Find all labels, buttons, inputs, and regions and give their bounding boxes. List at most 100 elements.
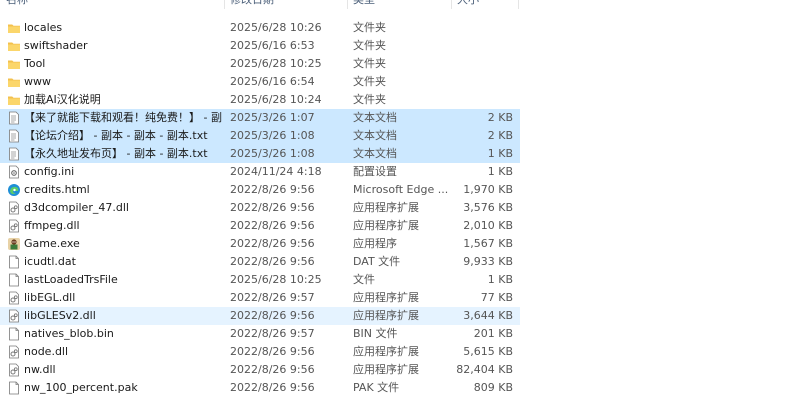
file-row[interactable]: node.dll 2022/8/26 9:56 应用程序扩展 5,615 KB bbox=[0, 343, 520, 361]
file-size: 82,404 KB bbox=[456, 363, 513, 376]
file-name: 【论坛介绍】 - 副本 - 副本 - 副本.txt bbox=[24, 129, 208, 142]
file-name: 【永久地址发布页】 - 副本 - 副本.txt bbox=[24, 147, 208, 160]
file-type: 文件夹 bbox=[353, 39, 386, 52]
file-name: credits.html bbox=[24, 183, 90, 196]
file-name: natives_blob.bin bbox=[24, 327, 114, 340]
file-name: ffmpeg.dll bbox=[24, 219, 80, 232]
file-date-modified: 2025/6/16 6:54 bbox=[230, 75, 315, 88]
column-type[interactable]: 类型 bbox=[353, 0, 375, 9]
file-date-modified: 2022/8/26 9:57 bbox=[230, 291, 315, 304]
column-header: 名称 修改日期 类型 大小 bbox=[0, 0, 520, 9]
file-row[interactable]: 加载AI汉化说明 2025/6/28 10:24 文件夹 bbox=[0, 91, 520, 109]
file-date-modified: 2022/8/26 9:56 bbox=[230, 255, 315, 268]
file-date-modified: 2025/6/28 10:24 bbox=[230, 93, 322, 106]
file-size: 1 KB bbox=[487, 147, 513, 160]
file-list: locales 2025/6/28 10:26 文件夹 swiftshader 2025… bbox=[0, 19, 520, 397]
file-name: Game.exe bbox=[24, 237, 80, 250]
column-divider[interactable] bbox=[224, 0, 225, 9]
file-name: node.dll bbox=[24, 345, 69, 358]
settings-file-icon bbox=[7, 165, 21, 179]
column-size[interactable]: 大小 bbox=[457, 0, 479, 9]
column-divider[interactable] bbox=[347, 0, 348, 9]
file-date-modified: 2022/8/26 9:56 bbox=[230, 237, 315, 250]
file-row[interactable]: libGLESv2.dll 2022/8/26 9:56 应用程序扩展 3,644 K… bbox=[0, 307, 520, 325]
file-row[interactable]: nw.dll 2022/8/26 9:56 应用程序扩展 82,404 KB bbox=[0, 361, 520, 379]
file-date-modified: 2025/6/28 10:25 bbox=[230, 273, 322, 286]
file-name: locales bbox=[24, 21, 63, 34]
file-row[interactable]: locales 2025/6/28 10:26 文件夹 bbox=[0, 19, 520, 37]
file-row[interactable]: credits.html 2022/8/26 9:56 Microsoft Edge… bbox=[0, 181, 520, 199]
file-name: www bbox=[24, 75, 51, 88]
file-row[interactable]: libEGL.dll 2022/8/26 9:57 应用程序扩展 77 KB bbox=[0, 289, 520, 307]
text-file-icon bbox=[7, 147, 21, 161]
file-name: icudtl.dat bbox=[24, 255, 76, 268]
file-date-modified: 2025/6/28 10:25 bbox=[230, 57, 322, 70]
file-row[interactable]: natives_blob.bin 2022/8/26 9:57 BIN 文件 201 … bbox=[0, 325, 520, 343]
file-row[interactable]: icudtl.dat 2022/8/26 9:56 DAT 文件 9,933 KB bbox=[0, 253, 520, 271]
file-name: nw.dll bbox=[24, 363, 56, 376]
file-date-modified: 2022/8/26 9:56 bbox=[230, 345, 315, 358]
file-size: 1 KB bbox=[487, 273, 513, 286]
file-type: 文件夹 bbox=[353, 75, 386, 88]
file-row[interactable]: config.ini 2024/11/24 4:18 配置设置 1 KB bbox=[0, 163, 520, 181]
file-row[interactable]: lastLoadedTrsFile 2025/6/28 10:25 文件 1 KB bbox=[0, 271, 520, 289]
file-date-modified: 2025/6/28 10:26 bbox=[230, 21, 322, 34]
file-type: 文件夹 bbox=[353, 21, 386, 34]
file-name: libEGL.dll bbox=[24, 291, 76, 304]
dll-icon bbox=[7, 345, 21, 359]
file-size: 77 KB bbox=[480, 291, 513, 304]
file-date-modified: 2025/3/26 1:07 bbox=[230, 111, 315, 124]
text-file-icon bbox=[7, 111, 21, 125]
dll-icon bbox=[7, 201, 21, 215]
file-name: 【来了就能下载和观看！纯免费！】 - 副... bbox=[24, 111, 222, 124]
file-date-modified: 2022/8/26 9:56 bbox=[230, 183, 315, 196]
column-name[interactable]: 名称 bbox=[6, 0, 28, 9]
column-date[interactable]: 修改日期 bbox=[230, 0, 274, 9]
dll-icon bbox=[7, 219, 21, 233]
file-size: 2 KB bbox=[487, 111, 513, 124]
folder-icon bbox=[7, 75, 21, 89]
file-size: 809 KB bbox=[473, 381, 513, 394]
file-row[interactable]: ffmpeg.dll 2022/8/26 9:56 应用程序扩展 2,010 KB bbox=[0, 217, 520, 235]
dll-icon bbox=[7, 309, 21, 323]
dll-icon bbox=[7, 291, 21, 305]
file-date-modified: 2022/8/26 9:57 bbox=[230, 327, 315, 340]
file-size: 3,576 KB bbox=[463, 201, 513, 214]
blank-file-icon bbox=[7, 327, 21, 341]
column-divider[interactable] bbox=[451, 0, 452, 9]
file-name: 加载AI汉化说明 bbox=[24, 93, 101, 106]
file-size: 1,970 KB bbox=[463, 183, 513, 196]
file-row[interactable]: 【来了就能下载和观看！纯免费！】 - 副... 2025/3/26 1:07 文本文… bbox=[0, 109, 520, 127]
text-file-icon bbox=[7, 129, 21, 143]
file-row[interactable]: Game.exe 2022/8/26 9:56 应用程序 1,567 KB bbox=[0, 235, 520, 253]
file-name: swiftshader bbox=[24, 39, 88, 52]
file-size: 1,567 KB bbox=[463, 237, 513, 250]
file-row[interactable]: 【永久地址发布页】 - 副本 - 副本.txt 2025/3/26 1:08 文本文… bbox=[0, 145, 520, 163]
file-size: 1 KB bbox=[487, 165, 513, 178]
folder-icon bbox=[7, 21, 21, 35]
edge-icon bbox=[7, 183, 21, 197]
file-size: 5,615 KB bbox=[463, 345, 513, 358]
column-divider[interactable] bbox=[518, 0, 519, 9]
file-name: d3dcompiler_47.dll bbox=[24, 201, 129, 214]
file-size: 2,010 KB bbox=[463, 219, 513, 232]
file-date-modified: 2022/8/26 9:56 bbox=[230, 201, 315, 214]
file-row[interactable]: swiftshader 2025/6/16 6:53 文件夹 bbox=[0, 37, 520, 55]
file-row[interactable]: www 2025/6/16 6:54 文件夹 bbox=[0, 73, 520, 91]
file-size: 3,644 KB bbox=[463, 309, 513, 322]
file-size: 201 KB bbox=[473, 327, 513, 340]
file-type: 文件夹 bbox=[353, 57, 386, 70]
file-size: 2 KB bbox=[487, 129, 513, 142]
file-date-modified: 2025/3/26 1:08 bbox=[230, 129, 315, 142]
file-type: 文件夹 bbox=[353, 93, 386, 106]
file-explorer-list: 名称 修改日期 类型 大小 locales2025/6/28 10:26文件夹s… bbox=[0, 0, 800, 401]
file-row[interactable]: Tool 2025/6/28 10:25 文件夹 bbox=[0, 55, 520, 73]
file-name: libGLESv2.dll bbox=[24, 309, 96, 322]
file-row[interactable]: nw_100_percent.pak 2022/8/26 9:56 PAK 文件 80… bbox=[0, 379, 520, 397]
file-row[interactable]: d3dcompiler_47.dll 2022/8/26 9:56 应用程序扩展 3,… bbox=[0, 199, 520, 217]
file-row[interactable]: 【论坛介绍】 - 副本 - 副本 - 副本.txt 2025/3/26 1:08 文… bbox=[0, 127, 520, 145]
dll-icon bbox=[7, 363, 21, 377]
folder-icon bbox=[7, 93, 21, 107]
blank-file-icon bbox=[7, 273, 21, 287]
folder-icon bbox=[7, 57, 21, 71]
